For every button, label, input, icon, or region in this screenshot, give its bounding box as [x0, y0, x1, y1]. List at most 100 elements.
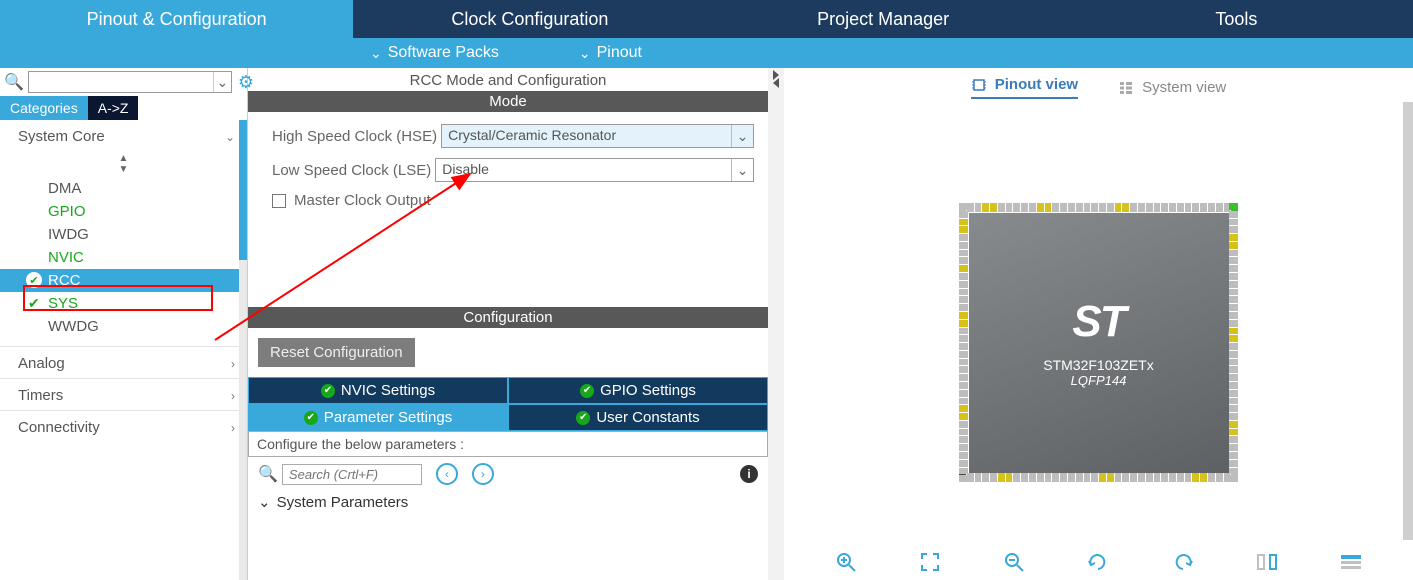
- tab-label: System view: [1142, 79, 1226, 96]
- check-icon: ✔: [28, 295, 40, 312]
- chevron-right-icon: ›: [231, 389, 235, 403]
- sub-bar: ⌄ Software Packs ⌄ Pinout: [0, 38, 1413, 68]
- lse-select[interactable]: Disable ⌄: [435, 158, 754, 182]
- section-label: Timers: [18, 387, 63, 404]
- peripheral-search-input[interactable]: [29, 72, 213, 92]
- tab-clock-configuration[interactable]: Clock Configuration: [353, 0, 706, 38]
- master-clock-output-row[interactable]: Master Clock Output: [272, 192, 754, 209]
- section-label: System Core: [18, 128, 105, 145]
- zoom-out-button[interactable]: [1000, 550, 1028, 574]
- item-iwdg[interactable]: IWDG: [0, 223, 247, 246]
- config-title: RCC Mode and Configuration: [248, 68, 768, 91]
- item-gpio[interactable]: GPIO: [0, 200, 247, 223]
- chip-package[interactable]: ST STM32F103ZETx LQFP144: [969, 213, 1229, 473]
- tab-system-view[interactable]: System view: [1118, 76, 1226, 99]
- layers-button[interactable]: [1337, 550, 1365, 574]
- tree-scrollbar[interactable]: [239, 120, 247, 580]
- software-packs-menu[interactable]: ⌄ Software Packs: [370, 44, 499, 62]
- zoom-in-button[interactable]: [832, 550, 860, 574]
- check-icon: ✔: [580, 384, 594, 398]
- pins-left[interactable]: [959, 203, 969, 483]
- compare-button[interactable]: [1253, 550, 1281, 574]
- pins-top[interactable]: [959, 203, 1239, 213]
- search-prev-button[interactable]: ‹: [436, 463, 458, 485]
- mode-body: High Speed Clock (HSE) Crystal/Ceramic R…: [248, 112, 768, 217]
- master-clock-output-checkbox[interactable]: [272, 194, 286, 208]
- param-search-input[interactable]: [282, 464, 422, 485]
- reset-configuration-button[interactable]: Reset Configuration: [258, 338, 415, 367]
- pins-right[interactable]: [1229, 203, 1239, 483]
- chip-package-label: LQFP144: [1071, 373, 1127, 388]
- tab-categories[interactable]: Categories: [0, 96, 88, 120]
- center-pane: RCC Mode and Configuration Mode High Spe…: [248, 68, 768, 580]
- chevron-down-icon: ⌄: [258, 493, 271, 511]
- peripheral-search-dropdown[interactable]: ⌄: [213, 72, 231, 92]
- section-system-core[interactable]: System Core ⌄: [0, 120, 247, 151]
- group-system-parameters[interactable]: ⌄ System Parameters: [248, 491, 768, 513]
- master-clock-output-label: Master Clock Output: [294, 192, 431, 209]
- search-icon: 🔍: [258, 464, 278, 484]
- top-tabs: Pinout & Configuration Clock Configurati…: [0, 0, 1413, 38]
- section-label: Connectivity: [18, 419, 100, 436]
- tab-user-constants[interactable]: ✔ User Constants: [508, 404, 768, 431]
- reset-row: Reset Configuration: [248, 328, 768, 377]
- hse-select[interactable]: Crystal/Ceramic Resonator ⌄: [441, 124, 754, 148]
- pinout-menu[interactable]: ⌄ Pinout: [579, 44, 642, 62]
- rotate-ccw-button[interactable]: [1169, 550, 1197, 574]
- tab-gpio-settings[interactable]: ✔ GPIO Settings: [508, 377, 768, 404]
- left-pane: 🔍 ⌄ ⚙ Categories A->Z System Core ⌄ ▲▼ D…: [0, 68, 248, 580]
- fit-button[interactable]: [916, 550, 944, 574]
- tab-tools[interactable]: Tools: [1060, 0, 1413, 38]
- search-icon: 🔍: [4, 72, 24, 92]
- main-area: 🔍 ⌄ ⚙ Categories A->Z System Core ⌄ ▲▼ D…: [0, 68, 1413, 580]
- tab-parameter-settings[interactable]: ✔ Parameter Settings: [248, 404, 508, 431]
- dropdown-icon[interactable]: ⌄: [731, 159, 753, 181]
- left-search-row: 🔍 ⌄ ⚙: [0, 68, 247, 96]
- chevron-down-icon: ⌄: [370, 45, 382, 62]
- list-icon: [1118, 80, 1134, 96]
- item-nvic[interactable]: NVIC: [0, 246, 247, 269]
- software-packs-label: Software Packs: [388, 44, 499, 62]
- rotate-cw-button[interactable]: [1084, 550, 1112, 574]
- search-next-button[interactable]: ›: [472, 463, 494, 485]
- item-dma[interactable]: DMA: [0, 177, 247, 200]
- info-icon[interactable]: i: [740, 465, 758, 483]
- tab-a-to-z[interactable]: A->Z: [88, 96, 139, 120]
- dropdown-icon[interactable]: ⌄: [731, 125, 753, 147]
- item-label: SYS: [48, 295, 78, 312]
- hse-row: High Speed Clock (HSE) Crystal/Ceramic R…: [272, 124, 754, 148]
- sort-handle-icon[interactable]: ▲▼: [0, 151, 247, 177]
- check-icon: ✔: [321, 384, 335, 398]
- pins-bottom[interactable]: [959, 473, 1239, 483]
- peripheral-search[interactable]: ⌄: [28, 71, 232, 93]
- group-label: System Parameters: [277, 494, 409, 511]
- item-sys[interactable]: ✔ SYS: [0, 292, 247, 315]
- tab-pinout-configuration[interactable]: Pinout & Configuration: [0, 0, 353, 38]
- item-rcc[interactable]: ✔ RCC: [0, 269, 247, 292]
- section-connectivity[interactable]: Connectivity ›: [0, 410, 247, 442]
- section-analog[interactable]: Analog ›: [0, 346, 247, 378]
- chip-part-number: STM32F103ZETx: [1043, 357, 1153, 373]
- configure-hint: Configure the below parameters :: [248, 431, 768, 457]
- item-wwdg[interactable]: WWDG: [0, 315, 247, 338]
- section-timers[interactable]: Timers ›: [0, 378, 247, 410]
- chevron-down-icon: ⌄: [579, 45, 591, 62]
- tab-label: Pinout view: [995, 76, 1078, 93]
- config-tabs: ✔ NVIC Settings ✔ GPIO Settings ✔ Parame…: [248, 377, 768, 431]
- tab-project-manager[interactable]: Project Manager: [707, 0, 1060, 38]
- tab-label: Parameter Settings: [324, 409, 452, 426]
- splitter-handle[interactable]: [768, 68, 784, 580]
- view-tabs: Pinout view System view: [784, 68, 1413, 105]
- tab-nvic-settings[interactable]: ✔ NVIC Settings: [248, 377, 508, 404]
- lse-value: Disable: [436, 159, 731, 181]
- chevron-down-icon: ⌄: [225, 130, 235, 144]
- mode-header: Mode: [248, 91, 768, 112]
- section-label: Analog: [18, 355, 65, 372]
- pinout-toolbar: [784, 550, 1413, 574]
- peripheral-tree: System Core ⌄ ▲▼ DMA GPIO IWDG NVIC ✔ RC…: [0, 120, 247, 580]
- chip-area[interactable]: ST STM32F103ZETx LQFP144: [784, 105, 1413, 580]
- pinout-menu-label: Pinout: [597, 44, 642, 62]
- right-scrollbar[interactable]: [1403, 102, 1413, 540]
- lse-row: Low Speed Clock (LSE) Disable ⌄: [272, 158, 754, 182]
- tab-pinout-view[interactable]: Pinout view: [971, 76, 1078, 99]
